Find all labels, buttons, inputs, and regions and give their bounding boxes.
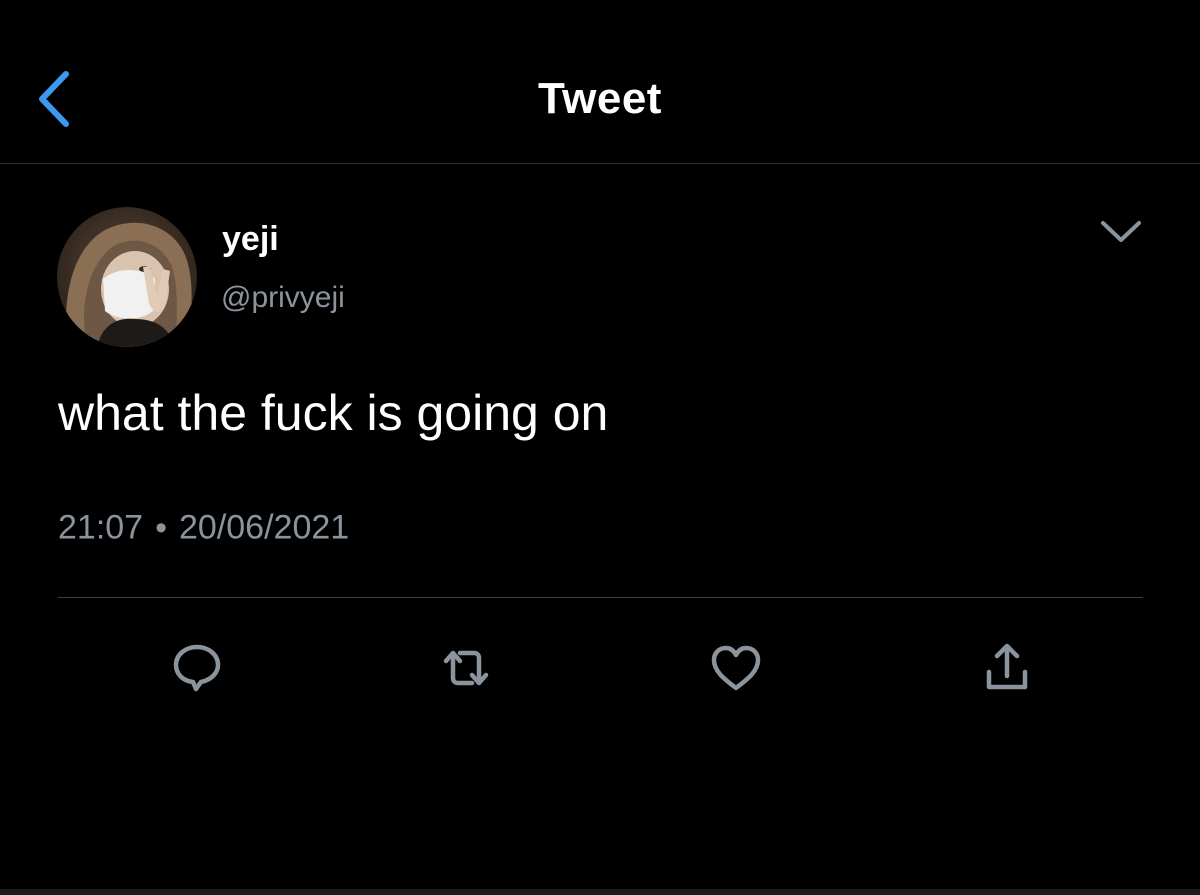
meta-separator: • bbox=[155, 508, 167, 547]
author-handle[interactable]: @privyeji bbox=[221, 281, 345, 315]
heart-icon bbox=[711, 645, 761, 691]
reply-icon bbox=[173, 644, 221, 692]
top-bar: Tweet bbox=[0, 0, 1200, 164]
tweet-time: 21:07 bbox=[58, 508, 144, 547]
tweet-timestamp: 21:07 • 20/06/2021 bbox=[58, 507, 349, 548]
author-display-name[interactable]: yeji bbox=[222, 220, 279, 259]
reply-button[interactable] bbox=[167, 638, 227, 698]
tweet-date: 20/06/2021 bbox=[179, 508, 350, 547]
page-title: Tweet bbox=[538, 74, 662, 123]
tweet-text: what the fuck is going on bbox=[58, 385, 609, 441]
avatar[interactable] bbox=[57, 207, 197, 347]
tweet-menu-button[interactable] bbox=[1096, 214, 1146, 248]
divider bbox=[58, 597, 1143, 598]
share-button[interactable] bbox=[977, 638, 1037, 698]
bottom-edge bbox=[0, 889, 1200, 895]
tweet-detail: yeji @privyeji what the fuck is going on… bbox=[0, 164, 1200, 895]
like-button[interactable] bbox=[706, 638, 766, 698]
retweet-button[interactable] bbox=[436, 638, 496, 698]
avatar-image bbox=[57, 207, 197, 347]
share-icon bbox=[986, 643, 1028, 690]
retweet-icon bbox=[443, 650, 489, 686]
chevron-down-icon bbox=[1101, 221, 1141, 242]
